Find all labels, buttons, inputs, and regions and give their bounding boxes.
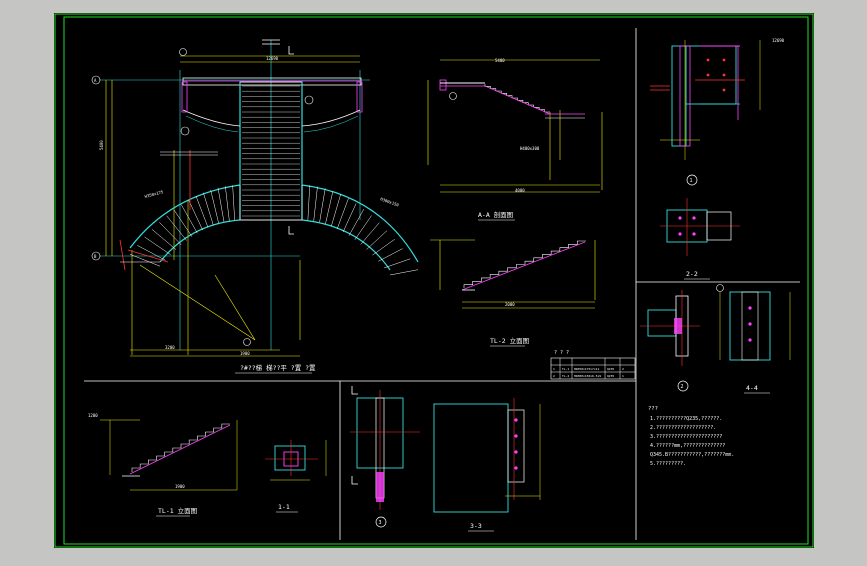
cad-viewport[interactable]: 12690 5400 3200 1900 H350x175 H300x150 A… (0, 0, 867, 562)
note-line: 5.?????????. (650, 461, 686, 467)
detail-3-label: 3 (379, 520, 382, 526)
plan-dim-bottom-a: 3200 (165, 345, 175, 350)
plan-title: ?#??梯 梯??平 ?置 ?置 (240, 363, 316, 372)
elev-a-title: A-A 剖面图 (478, 210, 513, 219)
elev-a-dim-b: 4000 (515, 188, 525, 193)
table-cell: TL-2 (562, 374, 569, 378)
table-cell: 2 (553, 374, 555, 378)
plan-dim-top: 12690 (266, 56, 279, 61)
table-cell: Q235 (607, 374, 614, 378)
detail-1-label: 1 (690, 178, 693, 184)
section-4-4-label: 4-4 (746, 384, 758, 392)
note-line: Q345.B???????????,???????mm. (650, 452, 734, 458)
note-line: 3.?????????????????????? (650, 434, 722, 440)
section-2-2-label: 2-2 (686, 270, 698, 278)
section-3-3-label: 3-3 (470, 522, 482, 530)
table-title: ? ? ? (554, 350, 569, 356)
plan-dim-left: 5400 (99, 140, 104, 150)
table-cell: 1 (622, 374, 624, 378)
detail-2-label: 2 (681, 384, 684, 390)
elev-b-dim: 2000 (505, 302, 515, 307)
cad-drawing: 12690 5400 3200 1900 H350x175 H300x150 A… (54, 13, 814, 548)
elev-a-dim: 5400 (495, 58, 505, 63)
table-cell: TL-1 (562, 367, 569, 371)
table-cell: 2 (622, 367, 624, 371)
section-1-1-label: 1-1 (278, 503, 290, 511)
plan-dim-bottom-b: 1900 (240, 351, 250, 356)
elev-c-dim-h: 1200 (88, 413, 98, 418)
note-line: 2.???????????????????. (650, 425, 716, 431)
elev-c-title: TL-1 立面图 (158, 506, 197, 515)
note-line: 1.??????????Q235,??????. (650, 416, 722, 422)
table-cell: HN350x175x7x11 (574, 367, 599, 371)
notes-title: ??? (648, 406, 658, 412)
table-cell: HN300x150x6.5x9 (574, 374, 601, 378)
elev-a-mark: H400x300 (520, 146, 540, 151)
table-cell: 1 (553, 367, 555, 371)
detail-1-dim: 12690 (772, 38, 785, 43)
elev-b-title: TL-2 立面图 (490, 336, 529, 345)
table-cell: Q235 (607, 367, 614, 371)
elev-c-dim: 1900 (175, 484, 185, 489)
general-notes: ??? 1.??????????Q235,??????. 2.??????????… (648, 406, 734, 467)
note-line: 4.??????mm,?????????????? (650, 443, 725, 449)
